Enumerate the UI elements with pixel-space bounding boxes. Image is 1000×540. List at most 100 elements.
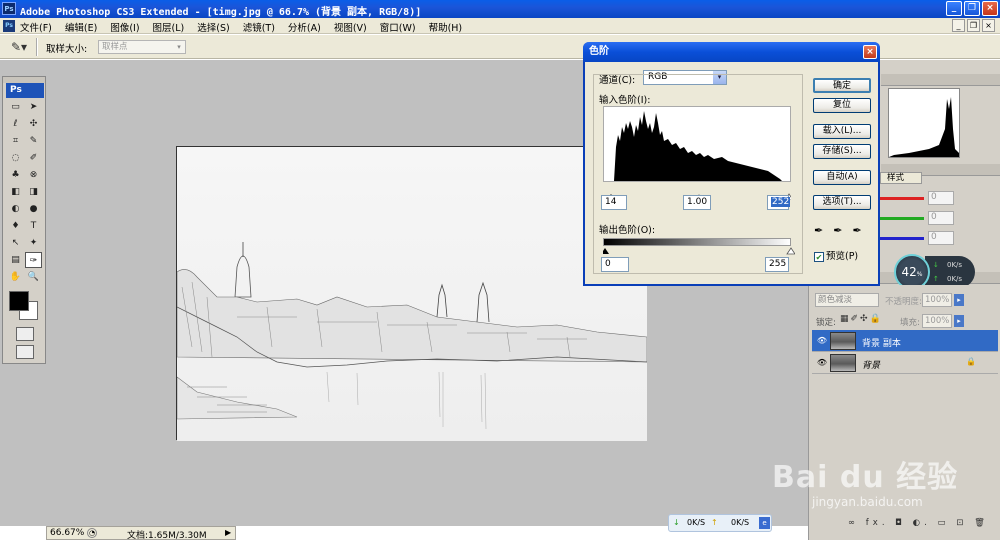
menu-image[interactable]: 图像(I): [110, 20, 139, 34]
quick-mask-icon[interactable]: [16, 327, 34, 341]
menu-help[interactable]: 帮助(H): [429, 20, 463, 34]
status-menu-arrow-icon[interactable]: ▶: [225, 528, 231, 537]
output-white-field[interactable]: 255: [765, 257, 789, 272]
styles-tab[interactable]: 样式: [880, 172, 922, 184]
blur-tool-icon[interactable]: ◐: [7, 201, 24, 217]
screen-mode-icon[interactable]: [16, 345, 34, 359]
menu-select[interactable]: 选择(S): [197, 20, 229, 34]
hand-tool-icon[interactable]: ✋: [7, 269, 24, 285]
layer-mask-icon[interactable]: ◘: [895, 518, 906, 528]
blue-value-field[interactable]: 0: [928, 231, 954, 245]
sample-size-select[interactable]: 取样点 ▾: [98, 40, 186, 54]
eye-icon[interactable]: 👁: [816, 357, 828, 369]
menu-edit[interactable]: 编辑(E): [65, 20, 97, 34]
slice-tool-icon[interactable]: ✎: [25, 133, 42, 149]
crop-tool-icon[interactable]: ⌗: [7, 133, 24, 149]
output-black-field[interactable]: 0: [601, 257, 629, 272]
shape-tool-icon[interactable]: ✦: [25, 235, 42, 251]
clone-stamp-tool-icon[interactable]: ♣: [7, 167, 24, 183]
eraser-tool-icon[interactable]: ◧: [7, 184, 24, 200]
menu-layer[interactable]: 图层(L): [153, 20, 185, 34]
healing-brush-tool-icon[interactable]: ◌: [7, 150, 24, 166]
document-icon[interactable]: Ps: [3, 20, 15, 32]
dodge-tool-icon[interactable]: ●: [25, 201, 42, 217]
menu-analysis[interactable]: 分析(A): [288, 20, 321, 34]
white-eyedropper-icon[interactable]: ✒: [852, 224, 871, 237]
history-brush-tool-icon[interactable]: ⊗: [25, 167, 42, 183]
green-slider[interactable]: [880, 217, 924, 220]
layer-row-background[interactable]: 👁 背景 🔒: [812, 352, 998, 374]
output-black-handle[interactable]: [601, 248, 609, 254]
input-gamma-field[interactable]: 1.00: [683, 195, 711, 210]
minimize-button[interactable]: _: [946, 1, 962, 16]
menu-window[interactable]: 窗口(W): [380, 20, 416, 34]
menu-filter[interactable]: 滤镜(T): [243, 20, 275, 34]
checkbox-checked-icon[interactable]: ✔: [814, 252, 824, 262]
eye-icon[interactable]: 👁: [816, 335, 828, 347]
trash-icon[interactable]: 🗑: [974, 518, 989, 528]
fill-arrow-icon[interactable]: ▸: [954, 315, 964, 327]
blue-slider[interactable]: [880, 237, 924, 240]
close-button[interactable]: ×: [982, 1, 998, 16]
notes-tool-icon[interactable]: ▤: [7, 252, 24, 268]
fill-field[interactable]: 100%: [922, 314, 952, 328]
adjustment-layer-icon[interactable]: ◐.: [913, 518, 931, 528]
opacity-arrow-icon[interactable]: ▸: [954, 294, 964, 306]
reset-button[interactable]: 复位: [813, 98, 871, 113]
network-speed-widget[interactable]: ↓ 0K/S ↑ 0K/S e: [668, 514, 772, 532]
input-black-field[interactable]: 14: [601, 195, 627, 210]
pen-tool-icon[interactable]: ♦: [7, 218, 24, 234]
eyedropper-preset-icon[interactable]: ✎▾: [8, 38, 30, 56]
levels-dialog-title[interactable]: 色阶: [583, 42, 880, 62]
layer-row-background-copy[interactable]: 👁 背景 副本: [812, 330, 998, 352]
speed-rate-2: 0K/s: [947, 275, 963, 283]
menu-file[interactable]: 文件(F): [20, 20, 52, 34]
ok-button[interactable]: 确定: [813, 78, 871, 93]
blend-mode-select[interactable]: 颜色减淡: [815, 293, 879, 307]
auto-button[interactable]: 自动(A): [813, 170, 871, 185]
new-layer-icon[interactable]: ⊡: [956, 518, 967, 528]
restore-button[interactable]: ❐: [964, 1, 980, 16]
zoom-info-icon[interactable]: ◔: [87, 528, 97, 538]
menu-view[interactable]: 视图(V): [334, 20, 367, 34]
type-tool-icon[interactable]: T: [25, 218, 42, 234]
move-tool-icon[interactable]: ➤: [25, 99, 42, 115]
layer-thumbnail: [830, 332, 856, 350]
navigator-panel-header[interactable]: [881, 74, 1000, 86]
new-group-icon[interactable]: ▭: [938, 518, 950, 528]
red-slider[interactable]: [880, 197, 924, 200]
gradient-tool-icon[interactable]: ◨: [25, 184, 42, 200]
doc-restore-button[interactable]: ❐: [967, 19, 980, 32]
toolbox-ps-badge[interactable]: Ps: [6, 83, 44, 98]
red-value-field[interactable]: 0: [928, 191, 954, 205]
layer-style-icon[interactable]: fx.: [866, 518, 889, 528]
layer-name: 背景 副本: [862, 339, 901, 349]
opacity-field[interactable]: 100%: [922, 293, 952, 307]
options-button[interactable]: 选项(T)...: [813, 195, 871, 210]
lasso-tool-icon[interactable]: ℓ: [7, 116, 24, 132]
magic-wand-tool-icon[interactable]: ✣: [25, 116, 42, 132]
dialog-close-button[interactable]: ×: [863, 45, 877, 59]
zoom-tool-icon[interactable]: 🔍: [25, 269, 42, 285]
input-white-field[interactable]: 252: [767, 195, 791, 210]
doc-close-button[interactable]: ×: [982, 19, 995, 32]
browser-icon[interactable]: e: [759, 517, 770, 529]
brush-tool-icon[interactable]: ✐: [25, 150, 42, 166]
green-value-field[interactable]: 0: [928, 211, 954, 225]
foreground-color-swatch[interactable]: [9, 291, 29, 311]
link-layers-icon[interactable]: ∞: [848, 518, 859, 528]
gray-eyedropper-icon[interactable]: ✒: [833, 224, 852, 237]
load-button[interactable]: 载入(L)...: [813, 124, 871, 139]
output-levels-slider[interactable]: [601, 247, 796, 255]
eyedropper-tool-icon[interactable]: ✑: [25, 252, 42, 268]
black-eyedropper-icon[interactable]: ✒: [814, 224, 833, 237]
doc-minimize-button[interactable]: _: [952, 19, 965, 32]
save-button[interactable]: 存储(S)...: [813, 144, 871, 159]
preview-checkbox[interactable]: ✔ 预览(P): [814, 248, 858, 262]
lock-icons[interactable]: ▦✐✣🔒: [840, 314, 883, 324]
document-canvas[interactable]: [176, 146, 648, 441]
path-selection-tool-icon[interactable]: ↖: [7, 235, 24, 251]
output-white-handle[interactable]: [786, 247, 796, 255]
marquee-tool-icon[interactable]: ▭: [7, 99, 24, 115]
zoom-level[interactable]: 66.67%: [50, 528, 84, 538]
